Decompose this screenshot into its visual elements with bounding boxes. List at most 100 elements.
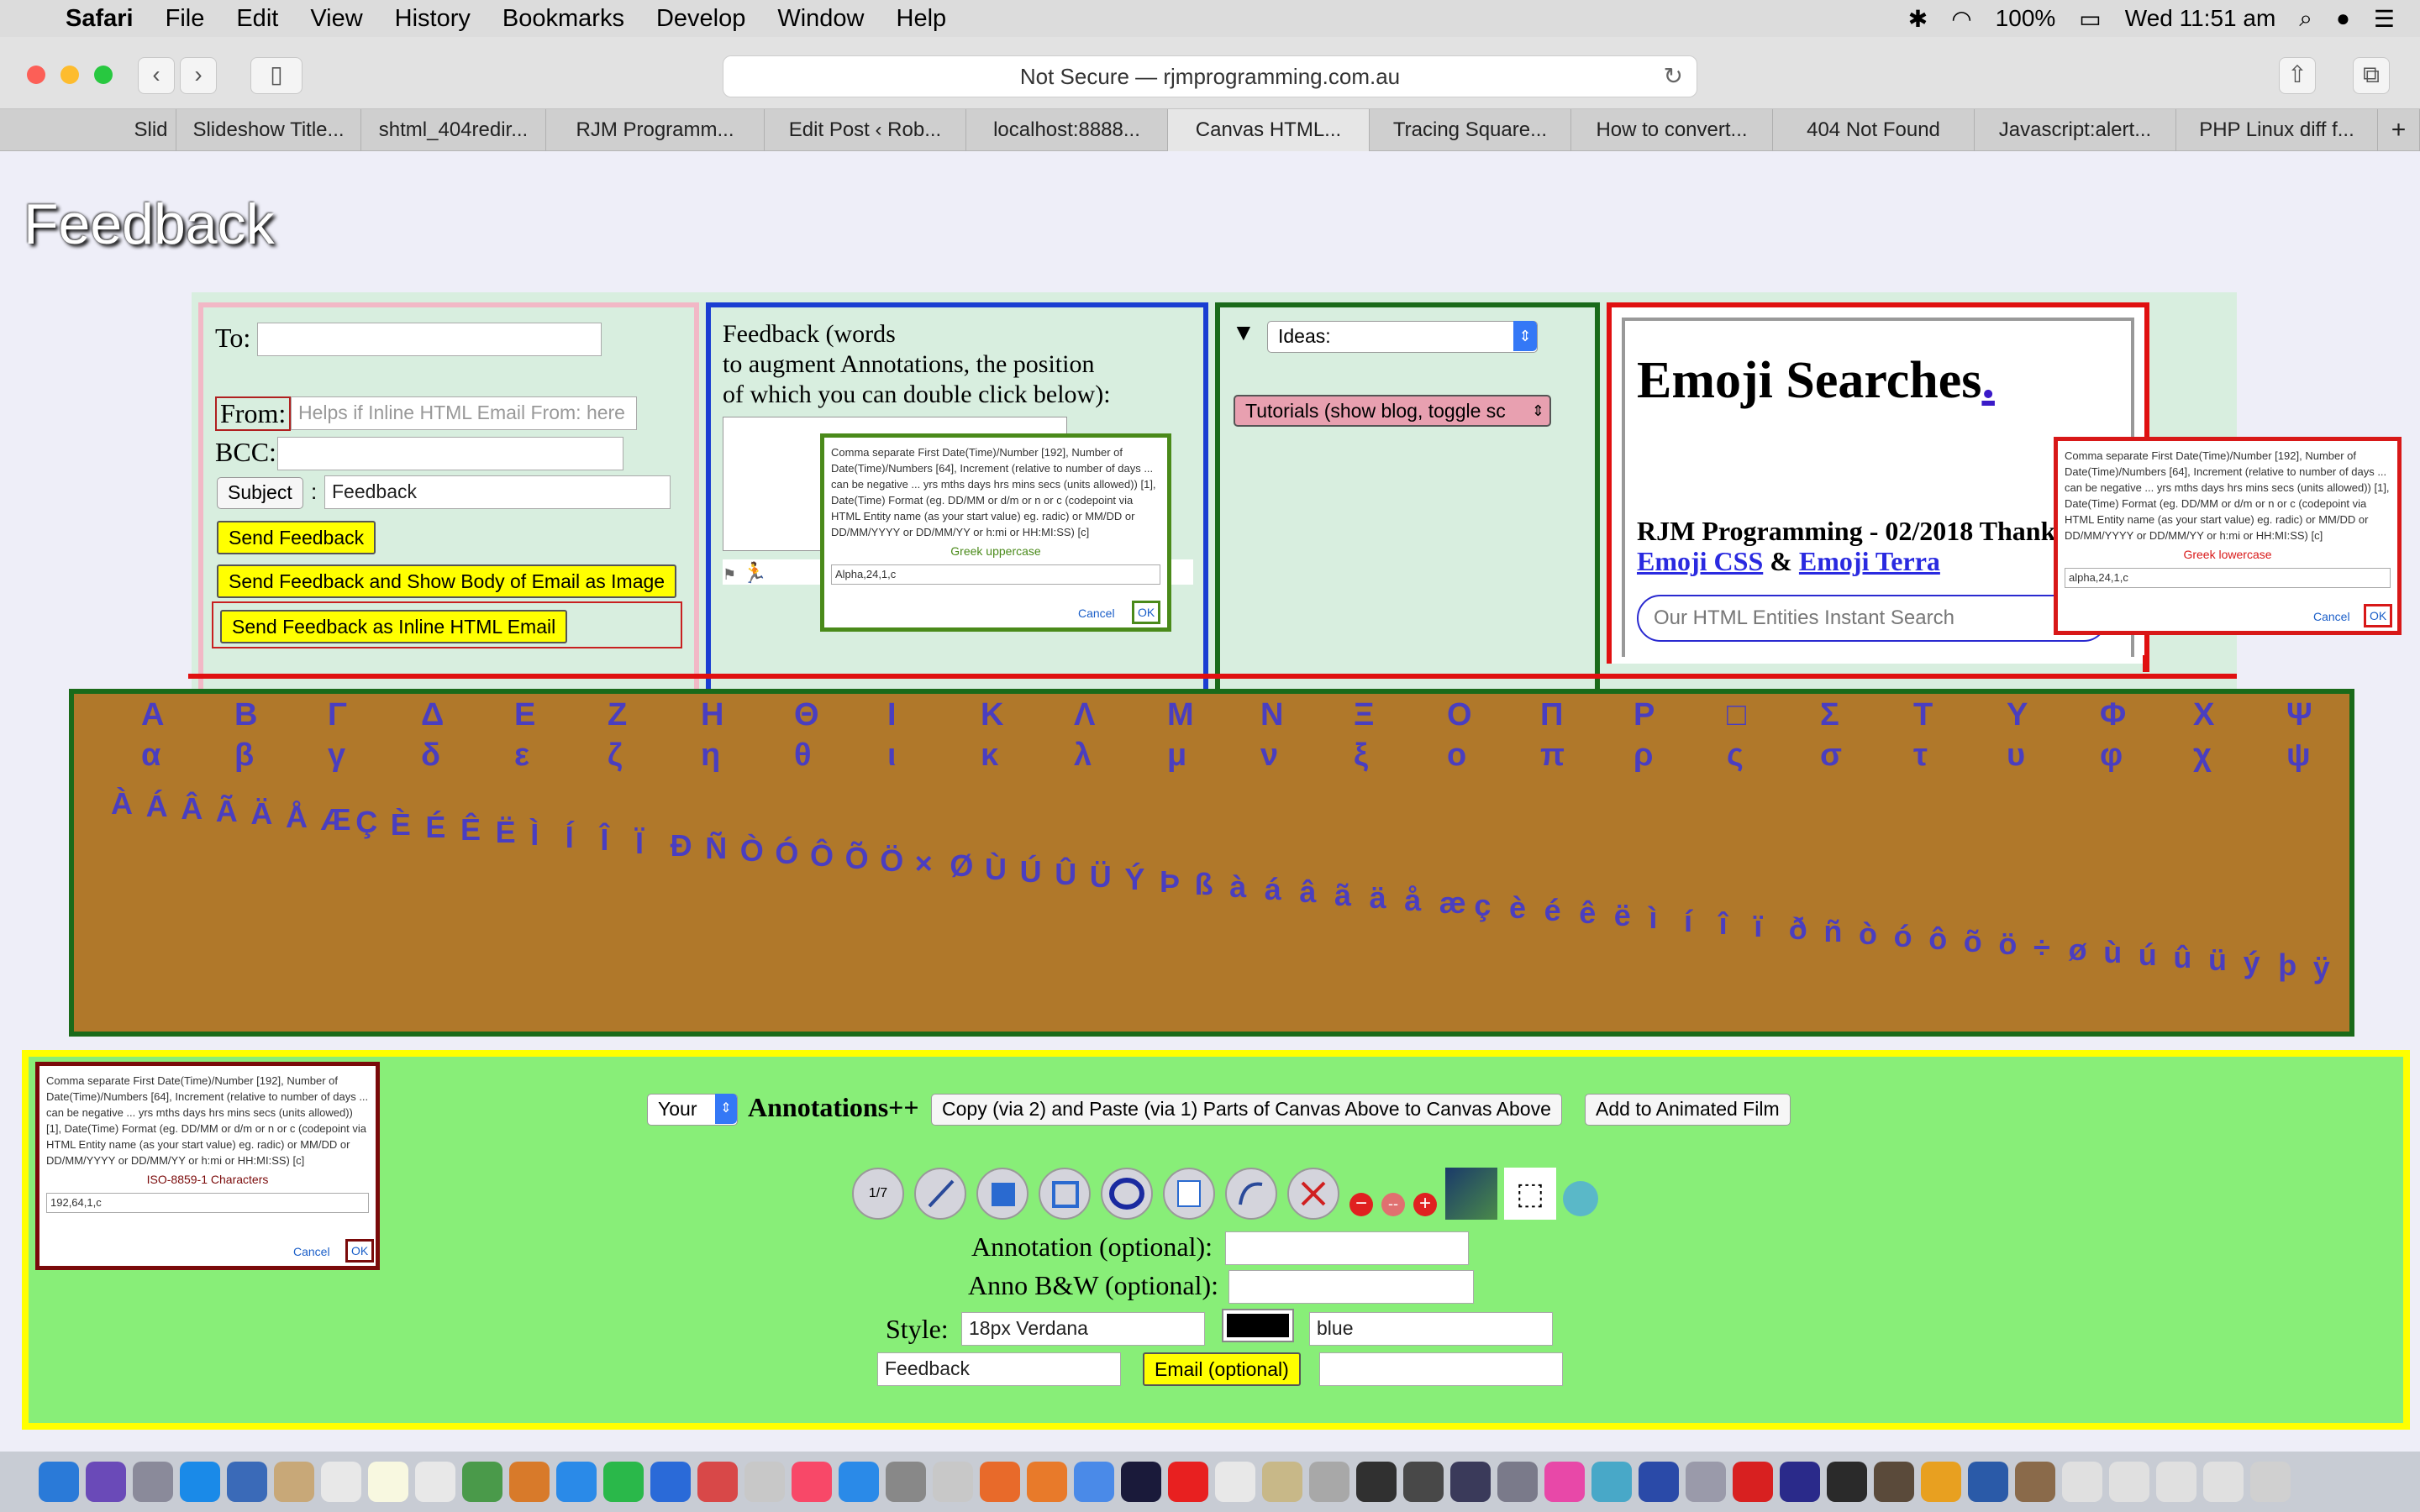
back-icon[interactable]: ‹	[138, 57, 175, 94]
color-input[interactable]: blue	[1309, 1312, 1553, 1346]
tab[interactable]: Javascript:alert...	[1975, 109, 2176, 151]
copy-paste-button[interactable]: Copy (via 2) and Paste (via 1) Parts of …	[931, 1094, 1562, 1126]
add-animated-film-button[interactable]: Add to Animated Film	[1585, 1094, 1791, 1126]
dialog-input[interactable]: Alpha,24,1,c	[831, 564, 1160, 585]
dialog-cancel-button[interactable]: Cancel	[293, 1244, 330, 1260]
email-input[interactable]	[1319, 1352, 1563, 1386]
menu-file[interactable]: File	[166, 5, 205, 33]
ideas-toggle-icon[interactable]: ▼	[1232, 319, 1255, 346]
blank-rect-icon[interactable]	[1163, 1168, 1215, 1220]
dock-app-icon[interactable]	[180, 1462, 220, 1502]
tab[interactable]: localhost:8888...	[966, 109, 1168, 151]
reload-icon[interactable]: ↻	[1664, 56, 1683, 97]
minus-icon[interactable]: −	[1349, 1193, 1373, 1216]
menu-window[interactable]: Window	[777, 5, 864, 33]
send-feedback-image-button[interactable]: Send Feedback and Show Body of Email as …	[217, 564, 677, 598]
emoji-heading-link[interactable]: .	[1981, 352, 1995, 409]
sidebar-icon[interactable]: ▯	[250, 57, 302, 94]
color-swatch[interactable]	[1222, 1309, 1294, 1342]
ideas-select[interactable]: Ideas: ⇕	[1267, 321, 1538, 353]
dock-app-icon[interactable]	[1968, 1462, 2008, 1502]
dock-app-icon[interactable]	[1827, 1462, 1867, 1502]
address-bar[interactable]: Not Secure — rjmprogramming.com.au ↻	[723, 55, 1697, 97]
image-icon[interactable]	[1445, 1168, 1497, 1220]
calendar-tool-icon[interactable]: 1/7	[852, 1168, 904, 1220]
dock-app-icon[interactable]	[321, 1462, 361, 1502]
menu-app-name[interactable]: Safari	[66, 5, 134, 33]
dock-app-icon[interactable]	[933, 1462, 973, 1502]
dialog-cancel-button[interactable]: Cancel	[1078, 606, 1115, 622]
dock-app-icon[interactable]	[839, 1462, 879, 1502]
dock-app-icon[interactable]	[1874, 1462, 1914, 1502]
dock-app-icon[interactable]	[1027, 1462, 1067, 1502]
dock-app-icon[interactable]	[792, 1462, 832, 1502]
minimize-window-button[interactable]	[60, 66, 79, 84]
dock-app-icon[interactable]	[2156, 1462, 2196, 1502]
dock-app-icon[interactable]	[1074, 1462, 1114, 1502]
notification-center-icon[interactable]: ☰	[2374, 5, 2395, 33]
dock-app-icon[interactable]	[697, 1462, 738, 1502]
camera-icon[interactable]	[1563, 1181, 1598, 1216]
tab[interactable]: PHP Linux diff f...	[2176, 109, 2378, 151]
dock-app-icon[interactable]	[39, 1462, 79, 1502]
dock-app-icon[interactable]	[1733, 1462, 1773, 1502]
clock[interactable]: Wed 11:51 am	[2125, 5, 2276, 32]
dialog-cancel-button[interactable]: Cancel	[2313, 609, 2350, 625]
dock-app-icon[interactable]	[1168, 1462, 1208, 1502]
font-input[interactable]: 18px Verdana	[961, 1312, 1205, 1346]
dialog-ok-button[interactable]: OK	[345, 1239, 375, 1263]
menu-view[interactable]: View	[310, 5, 362, 33]
dock-app-icon[interactable]	[886, 1462, 926, 1502]
dock-app-icon[interactable]	[744, 1462, 785, 1502]
dock-app-icon[interactable]	[1262, 1462, 1302, 1502]
to-input[interactable]	[257, 323, 602, 356]
zoom-window-button[interactable]	[94, 66, 113, 84]
dialog-ok-button[interactable]: OK	[2364, 604, 2393, 627]
tab[interactable]: shtml_404redir...	[361, 109, 546, 151]
dock-app-icon[interactable]	[650, 1462, 691, 1502]
dock-app-icon[interactable]	[415, 1462, 455, 1502]
tab[interactable]: 404 Not Found	[1773, 109, 1975, 151]
dock-app-icon[interactable]	[2062, 1462, 2102, 1502]
dock-app-icon[interactable]	[462, 1462, 502, 1502]
dock-app-icon[interactable]	[556, 1462, 597, 1502]
share-icon[interactable]: ⇧	[2279, 57, 2316, 94]
siri-icon[interactable]: ●	[2336, 5, 2350, 32]
menu-edit[interactable]: Edit	[236, 5, 278, 33]
dock-app-icon[interactable]	[2109, 1462, 2149, 1502]
bcc-input[interactable]	[277, 437, 623, 470]
tabs-overview-icon[interactable]: ⧉	[2353, 57, 2390, 94]
dock-app-icon[interactable]	[1921, 1462, 1961, 1502]
dock-app-icon[interactable]	[274, 1462, 314, 1502]
dock-app-icon[interactable]	[980, 1462, 1020, 1502]
line-tool-icon[interactable]	[914, 1168, 966, 1220]
dock-app-icon[interactable]	[1686, 1462, 1726, 1502]
send-feedback-button[interactable]: Send Feedback	[217, 521, 376, 554]
dock-app-icon[interactable]	[1215, 1462, 1255, 1502]
menu-history[interactable]: History	[395, 5, 471, 33]
menu-help[interactable]: Help	[897, 5, 947, 33]
subject-input[interactable]: Feedback	[324, 475, 671, 509]
menu-bookmarks[interactable]: Bookmarks	[502, 5, 624, 33]
dialog-input[interactable]: alpha,24,1,c	[2065, 568, 2391, 588]
dock-app-icon[interactable]	[1639, 1462, 1679, 1502]
emoji-css-link[interactable]: Emoji CSS	[1637, 546, 1763, 576]
curve-icon[interactable]	[1225, 1168, 1277, 1220]
subject-button[interactable]: Subject	[217, 477, 303, 509]
dock-app-icon[interactable]	[1780, 1462, 1820, 1502]
dock-app-icon[interactable]	[1121, 1462, 1161, 1502]
dock-app-icon[interactable]	[1544, 1462, 1585, 1502]
dashes-icon[interactable]: --	[1381, 1193, 1405, 1216]
plus-icon[interactable]: +	[1413, 1193, 1437, 1216]
tab[interactable]: Slideshow Title...	[176, 109, 361, 151]
dock-app-icon[interactable]	[368, 1462, 408, 1502]
erase-icon[interactable]	[1287, 1168, 1339, 1220]
cursor-select-icon[interactable]: ⬚	[1504, 1168, 1556, 1220]
menu-develop[interactable]: Develop	[656, 5, 745, 33]
close-window-button[interactable]	[27, 66, 45, 84]
tab-active[interactable]: Canvas HTML...	[1168, 109, 1370, 151]
dock-app-icon[interactable]	[227, 1462, 267, 1502]
drawing-canvas[interactable]: Α Β Γ Δ Ε Ζ Η Θ Ι Κ Λ Μ Ν Ξ Ο Π Ρ □ Σ Τ Υ Φ Χ Ψ α β γ δ ε ζ η θ ι κ λ μ ν ξ ο…	[69, 689, 2354, 1037]
emoji-search-input[interactable]: Our HTML Entities Instant Search	[1637, 595, 2107, 642]
dialog-ok-button[interactable]: OK	[1132, 601, 1161, 624]
